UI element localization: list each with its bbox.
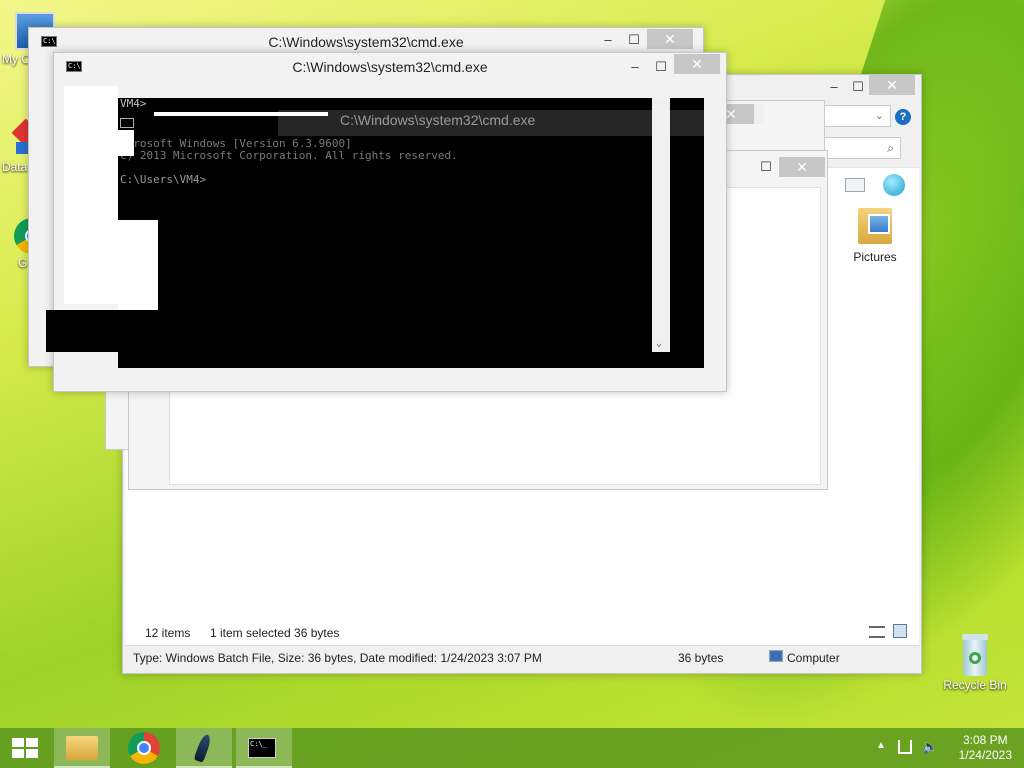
volume-icon[interactable]: 🔈: [922, 739, 938, 755]
ghost-window-title: C:\Windows\system32\cmd.exe: [340, 112, 536, 128]
scrollbar[interactable]: ⌄: [652, 98, 670, 352]
large-icons-view-icon[interactable]: [893, 624, 907, 638]
taskbar-cmd[interactable]: C:\_: [236, 728, 292, 768]
render-artifact: [64, 86, 118, 304]
close-button[interactable]: ✕: [674, 54, 720, 74]
file-explorer-icon: [66, 736, 98, 760]
chevron-down-icon[interactable]: ⌄: [875, 109, 884, 122]
clock[interactable]: 3:08 PM 1/24/2023: [959, 733, 1012, 763]
render-artifact: [46, 310, 122, 352]
minimize-button[interactable]: –: [622, 57, 648, 77]
selection-info: 1 item selected 36 bytes: [210, 626, 340, 640]
search-icon: ⌕: [887, 141, 894, 155]
close-button[interactable]: ✕: [647, 29, 693, 49]
scroll-down-icon[interactable]: ⌄: [656, 338, 662, 350]
file-size-text: 36 bytes: [678, 651, 724, 665]
clock-date: 1/24/2023: [958, 748, 1012, 762]
cmd-icon: C:\_: [248, 738, 276, 758]
recycle-bin-icon: [960, 632, 990, 676]
desktop-icon-label: Recycle Bin: [943, 678, 1007, 692]
maximize-button[interactable]: ☐: [621, 30, 647, 50]
start-button[interactable]: [0, 728, 48, 768]
show-hidden-icons-icon[interactable]: ▲: [876, 740, 886, 751]
preview-icon[interactable]: [845, 178, 865, 192]
cmd-icon: [120, 118, 134, 128]
desktop-icon-recycle-bin[interactable]: Recycle Bin: [940, 632, 1010, 692]
clock-time: 3:08 PM: [962, 733, 1008, 747]
maximize-button[interactable]: ☐: [753, 157, 779, 177]
console-line: VM4>: [120, 97, 147, 110]
taskbar-quill-app[interactable]: [176, 728, 232, 768]
windows-logo-icon: [12, 738, 38, 758]
taskbar: C:\_ ▲ 🔈 3:08 PM 1/24/2023: [0, 728, 1024, 768]
computer-icon: [769, 650, 783, 662]
render-artifact: [118, 220, 158, 310]
details-view-icon[interactable]: [869, 626, 885, 638]
close-button[interactable]: ✕: [779, 157, 825, 177]
taskbar-file-explorer[interactable]: [54, 728, 110, 768]
folder-item-pictures[interactable]: Pictures: [839, 204, 911, 264]
item-count: 12 items: [145, 626, 191, 640]
network-icon[interactable]: [898, 740, 912, 754]
help-icon[interactable]: ?: [895, 109, 911, 125]
console-line: c) 2013 Microsoft Corporation. All right…: [120, 149, 458, 162]
details-bar: Type: Windows Batch File, Size: 36 bytes…: [125, 645, 920, 669]
folder-label: Pictures: [853, 250, 897, 264]
file-details-text: Type: Windows Batch File, Size: 36 bytes…: [133, 651, 542, 665]
minimize-button[interactable]: –: [821, 77, 847, 97]
chrome-icon: [128, 732, 160, 764]
render-artifact: [118, 130, 134, 156]
console-line: C:\Users\VM4>: [120, 173, 207, 186]
maximize-button[interactable]: ☐: [845, 77, 871, 97]
taskbar-chrome[interactable]: [115, 728, 171, 768]
feather-icon: [193, 733, 213, 763]
maximize-button[interactable]: ☐: [648, 57, 674, 77]
globe-icon[interactable]: [883, 174, 905, 196]
minimize-button[interactable]: –: [595, 30, 621, 50]
location-text: Computer: [787, 651, 840, 665]
close-button[interactable]: ✕: [869, 75, 915, 95]
folder-pictures-icon: [856, 204, 894, 246]
console-output[interactable]: VM4> C:\Windows\system32\cmd.exe icrosof…: [118, 98, 704, 368]
